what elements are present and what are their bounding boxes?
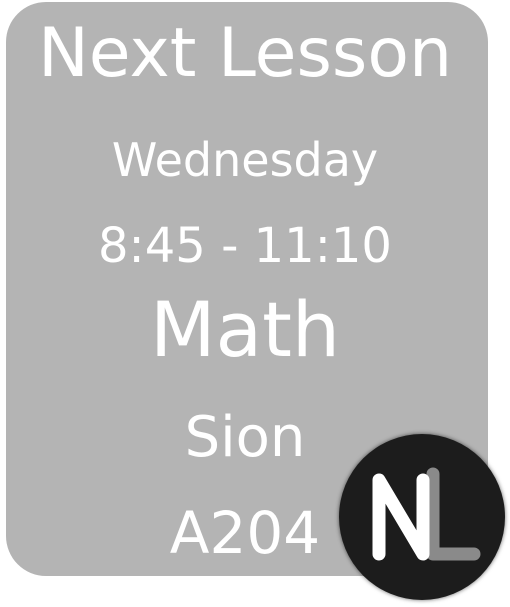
next-lesson-widget: Next Lesson Wednesday 8:45 - 11:10 Math … <box>0 0 510 607</box>
widget-title: Next Lesson <box>37 14 453 93</box>
app-badge[interactable] <box>339 434 505 600</box>
lesson-time: 8:45 - 11:10 <box>98 218 392 274</box>
lesson-day: Wednesday <box>111 133 379 187</box>
lesson-subject: Math <box>149 285 341 374</box>
nl-logo-icon <box>372 467 481 561</box>
